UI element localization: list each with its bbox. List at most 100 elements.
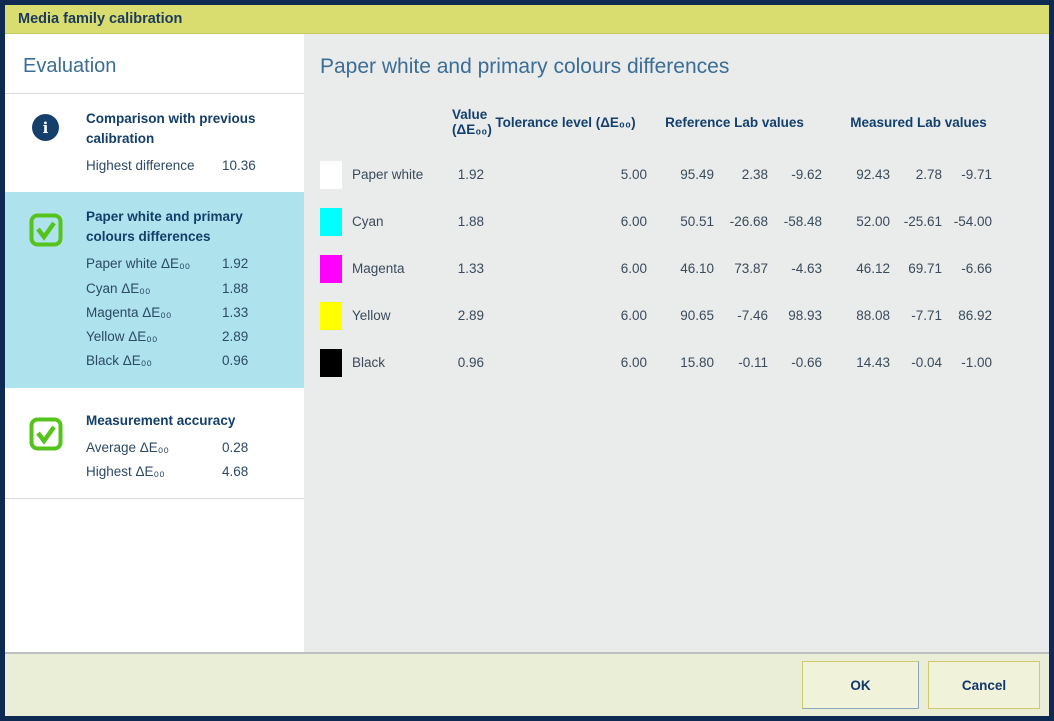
measured-a: -7.71 [890, 292, 942, 339]
stat-value: 0.28 [222, 436, 268, 460]
dialog-titlebar: Media family calibration [5, 5, 1049, 34]
measured-L: 92.43 [845, 151, 890, 198]
row-tolerance: 6.00 [484, 292, 647, 339]
ok-button[interactable]: OK [802, 661, 919, 709]
table-row-magenta: Magenta 1.33 6.00 46.10 73.87 -4.63 46.1… [320, 245, 992, 292]
dialog-body: Evaluation i Comparison with previous ca… [5, 34, 1049, 652]
check-icon [28, 416, 64, 452]
panel-gap [5, 388, 304, 396]
measured-a: -25.61 [890, 198, 942, 245]
dialog-footer: OK Cancel [5, 652, 1049, 716]
reference-b: -9.62 [768, 151, 822, 198]
reference-b: -4.63 [768, 245, 822, 292]
reference-b: -0.66 [768, 339, 822, 386]
stat-label: Highest difference [86, 154, 222, 178]
panel-title: Measurement accuracy [86, 411, 292, 431]
stat-value: 4.68 [222, 460, 268, 484]
stat-row: Magenta ΔE₀₀ 1.33 [86, 301, 268, 325]
measured-L: 46.12 [845, 245, 890, 292]
sidebar-panel-paper-white-differences[interactable]: Paper white and primary colours differen… [5, 192, 304, 387]
stat-value: 2.89 [222, 325, 268, 349]
reference-a: -7.46 [714, 292, 768, 339]
panel-icon-column [5, 411, 86, 485]
color-swatch [320, 208, 342, 236]
tolerance-column-header: Tolerance level (ΔE₀₀) [484, 93, 647, 151]
measured-b: -54.00 [942, 198, 992, 245]
reference-L: 95.49 [647, 151, 714, 198]
stat-label: Magenta ΔE₀₀ [86, 301, 222, 325]
sidebar-heading: Evaluation [5, 34, 304, 93]
color-swatch [320, 302, 342, 330]
panel-title: Comparison with previous calibration [86, 109, 292, 149]
reference-L: 90.65 [647, 292, 714, 339]
color-swatch [320, 349, 342, 377]
row-name: Cyan [352, 198, 452, 245]
row-name: Magenta [352, 245, 452, 292]
panel-content: Comparison with previous calibration Hig… [86, 109, 296, 178]
measured-b: -1.00 [942, 339, 992, 386]
reference-a: -0.11 [714, 339, 768, 386]
panel-icon-column [5, 207, 86, 373]
row-name: Yellow [352, 292, 452, 339]
stat-label: Yellow ΔE₀₀ [86, 325, 222, 349]
stat-label: Highest ΔE₀₀ [86, 460, 222, 484]
table-row-yellow: Yellow 2.89 6.00 90.65 -7.46 98.93 88.08… [320, 292, 992, 339]
media-family-calibration-dialog: Media family calibration Evaluation i Co… [0, 0, 1054, 721]
stat-row: Paper white ΔE₀₀ 1.92 [86, 252, 268, 276]
reference-a: -26.68 [714, 198, 768, 245]
panel-content: Measurement accuracy Average ΔE₀₀ 0.28 H… [86, 411, 296, 485]
main-content: Paper white and primary colours differen… [304, 34, 1049, 652]
measured-L: 88.08 [845, 292, 890, 339]
panel-content: Paper white and primary colours differen… [86, 207, 296, 373]
stat-value: 1.33 [222, 301, 268, 325]
reference-a: 73.87 [714, 245, 768, 292]
measured-L: 52.00 [845, 198, 890, 245]
stat-label: Black ΔE₀₀ [86, 349, 222, 373]
sidebar-filler [5, 499, 304, 652]
swatch-column-header [320, 93, 352, 151]
table-row-black: Black 0.96 6.00 15.80 -0.11 -0.66 14.43 … [320, 339, 992, 386]
row-tolerance: 5.00 [484, 151, 647, 198]
measured-a: 2.78 [890, 151, 942, 198]
row-value: 1.88 [452, 198, 484, 245]
row-value: 1.33 [452, 245, 484, 292]
evaluation-sidebar: Evaluation i Comparison with previous ca… [5, 34, 304, 652]
stat-value: 10.36 [222, 154, 268, 178]
stat-row: Black ΔE₀₀ 0.96 [86, 349, 268, 373]
panel-icon-column: i [5, 109, 86, 178]
stat-row: Yellow ΔE₀₀ 2.89 [86, 325, 268, 349]
measured-lab-column-header: Measured Lab values [845, 93, 992, 151]
color-swatch [320, 161, 342, 189]
sidebar-panel-measurement-accuracy[interactable]: Measurement accuracy Average ΔE₀₀ 0.28 H… [5, 396, 304, 499]
measured-b: -9.71 [942, 151, 992, 198]
stat-value: 0.96 [222, 349, 268, 373]
row-value: 0.96 [452, 339, 484, 386]
sidebar-panel-comparison[interactable]: i Comparison with previous calibration H… [5, 94, 304, 192]
table-row-cyan: Cyan 1.88 6.00 50.51 -26.68 -58.48 52.00… [320, 198, 992, 245]
stat-row: Cyan ΔE₀₀ 1.88 [86, 277, 268, 301]
panel-title: Paper white and primary colours differen… [86, 207, 292, 247]
spacer-column-header [822, 93, 845, 151]
row-tolerance: 6.00 [484, 245, 647, 292]
measured-L: 14.43 [845, 339, 890, 386]
differences-table: Value (ΔE₀₀) Tolerance level (ΔE₀₀) Refe… [320, 93, 992, 386]
stat-value: 1.88 [222, 277, 268, 301]
reference-a: 2.38 [714, 151, 768, 198]
row-value: 2.89 [452, 292, 484, 339]
stat-row: Highest ΔE₀₀ 4.68 [86, 460, 268, 484]
table-row-paper-white: Paper white 1.92 5.00 95.49 2.38 -9.62 9… [320, 151, 992, 198]
stat-row: Highest difference 10.36 [86, 154, 268, 178]
stat-value: 1.92 [222, 252, 268, 276]
stat-label: Average ΔE₀₀ [86, 436, 222, 460]
dialog-title: Media family calibration [18, 11, 182, 27]
color-swatch [320, 255, 342, 283]
reference-L: 46.10 [647, 245, 714, 292]
table-header-row: Value (ΔE₀₀) Tolerance level (ΔE₀₀) Refe… [320, 93, 992, 151]
row-tolerance: 6.00 [484, 339, 647, 386]
row-tolerance: 6.00 [484, 198, 647, 245]
row-name: Paper white [352, 151, 452, 198]
measured-a: -0.04 [890, 339, 942, 386]
measured-a: 69.71 [890, 245, 942, 292]
row-name: Black [352, 339, 452, 386]
cancel-button[interactable]: Cancel [928, 661, 1040, 709]
